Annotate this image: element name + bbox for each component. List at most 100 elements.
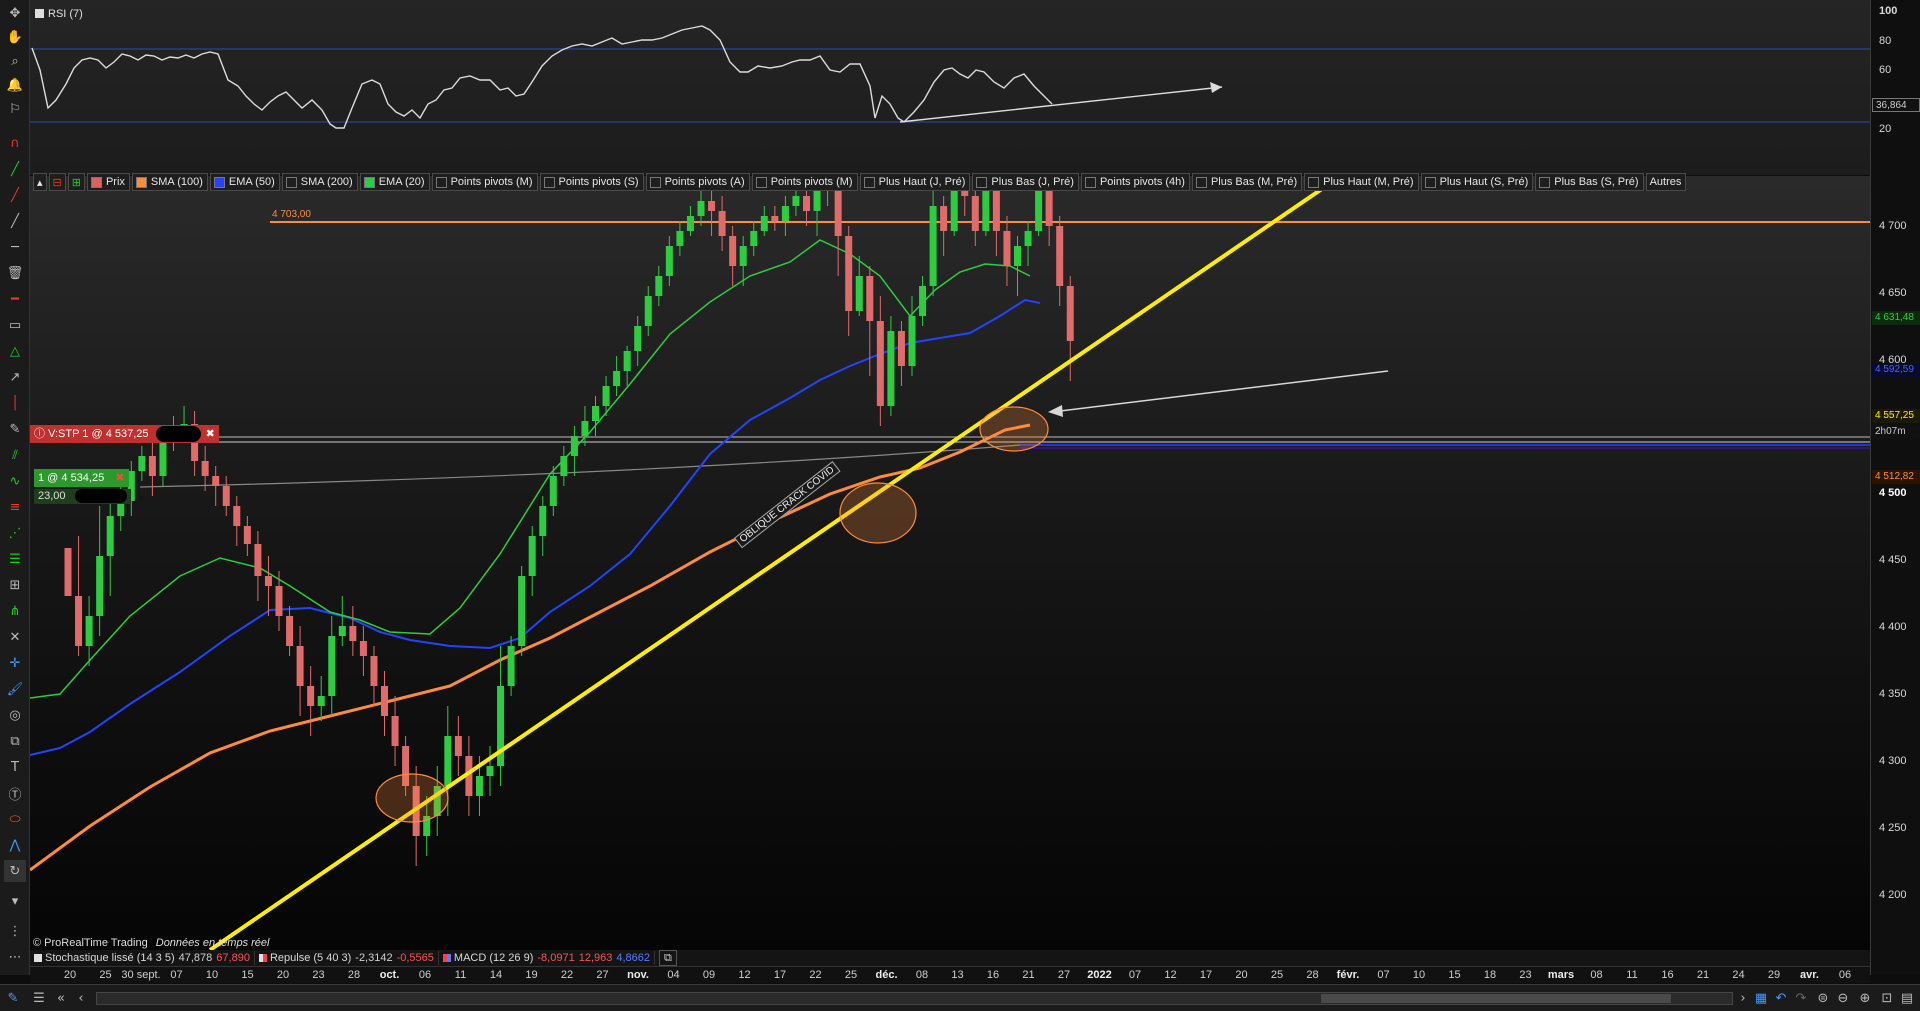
fibonacci-icon[interactable]: ≡: [4, 496, 26, 518]
draw-mode-icon[interactable]: ✎: [4, 989, 22, 1007]
indicator-chip[interactable]: Points pivots (A): [645, 173, 750, 191]
scroll-left-icon[interactable]: ‹: [72, 989, 90, 1007]
remove-indicator-icon[interactable]: ⊟: [48, 173, 66, 191]
arrow-icon[interactable]: ↗: [4, 366, 26, 388]
calendar-icon[interactable]: ▦: [1752, 989, 1770, 1007]
indicator-chip[interactable]: Plus Bas (M, Pré): [1191, 173, 1303, 191]
indicator-chip[interactable]: Plus Bas (J, Pré): [972, 173, 1079, 191]
line-green-icon[interactable]: ╱: [4, 158, 26, 180]
menu-icon[interactable]: ☰: [30, 989, 48, 1007]
fibonacci-fan-icon[interactable]: ⋰: [4, 522, 26, 544]
scroll-right-icon[interactable]: ›: [1734, 989, 1752, 1007]
layout-icon[interactable]: ▤: [1898, 989, 1916, 1007]
expand-toolbar-icon[interactable]: ▾: [4, 890, 26, 912]
date-tick-label: déc.: [875, 969, 898, 981]
add-indicator-icon[interactable]: ⊞: [67, 173, 85, 191]
candle-body: [518, 576, 526, 646]
indicator-chip[interactable]: SMA (200): [281, 173, 358, 191]
rsi-value-tag: 36,864: [1872, 98, 1920, 112]
macd-indicator[interactable]: MACD (12 26 9) -8,0971 12,963 4,8662: [439, 951, 656, 965]
cross-icon[interactable]: ✕: [4, 626, 26, 648]
move-icon[interactable]: ✛: [4, 652, 26, 674]
candle-body: [475, 776, 483, 796]
vertical-line-icon[interactable]: │: [4, 392, 26, 414]
pencil-icon[interactable]: ✎: [4, 418, 26, 440]
horizontal-line-icon[interactable]: ─: [4, 236, 26, 258]
ellipse-icon[interactable]: ⬭: [4, 808, 26, 830]
detach-panel-icon[interactable]: ⧉: [659, 950, 677, 966]
date-tick-label: 07: [1128, 969, 1142, 981]
indicator-chip[interactable]: Points pivots (M): [751, 173, 858, 191]
candle-body: [971, 196, 979, 231]
zoom-icon[interactable]: ⌕: [4, 50, 26, 72]
indicator-chip[interactable]: SMA (100): [131, 173, 208, 191]
rsi-header[interactable]: RSI (7): [35, 7, 83, 20]
scrollbar-thumb[interactable]: [1321, 994, 1671, 1003]
indicator-chip[interactable]: Plus Haut (S, Pré): [1420, 173, 1534, 191]
position-box[interactable]: 1 @ 4 534,25 ✖: [34, 469, 129, 487]
price-axis[interactable]: 100 80 60 36,864 20 4 700 4 650 4 631,48…: [1870, 0, 1920, 975]
indicator-chip[interactable]: EMA (50): [209, 173, 280, 191]
text-icon[interactable]: T: [4, 756, 26, 778]
repulse-indicator[interactable]: Repulse (5 40 3) -2,3142 -0,5565: [255, 951, 439, 965]
close-position-icon[interactable]: ✖: [115, 472, 124, 484]
indicator-swatch: [90, 176, 102, 188]
candle-body: [1056, 226, 1064, 286]
line-red-icon[interactable]: ╱: [4, 184, 26, 206]
horizontal-red-icon[interactable]: ━: [4, 288, 26, 310]
magnet-icon[interactable]: ∩: [4, 132, 26, 154]
target-icon[interactable]: ◎: [4, 704, 26, 726]
candle-body: [454, 736, 462, 756]
alert-list-icon[interactable]: ⚐: [4, 98, 26, 120]
zoom-out-icon[interactable]: ⊖: [1834, 989, 1852, 1007]
fib-levels-icon[interactable]: ☰: [4, 548, 26, 570]
indicator-chip[interactable]: Plus Haut (J, Pré): [859, 173, 971, 191]
stop-order-box[interactable]: ⓘ V:STP 1 @ 4 537,25 ✖: [30, 425, 219, 443]
wave-icon[interactable]: ∿: [4, 470, 26, 492]
gann-icon[interactable]: ⊞: [4, 574, 26, 596]
date-axis[interactable]: 20 25 30 sept. 07 10 15 20 23 28 oct. 06 11 14 19 22 27…: [30, 966, 1870, 983]
indicator-label: Autres: [1649, 176, 1682, 188]
cycle-icon[interactable]: ↻: [4, 860, 26, 882]
brush-icon[interactable]: 🖌: [4, 678, 26, 700]
line-gray-icon[interactable]: ╱: [4, 210, 26, 232]
triangle-icon[interactable]: △: [4, 340, 26, 362]
indicator-chip[interactable]: Prix: [86, 173, 130, 191]
hand-icon[interactable]: ✋: [4, 26, 26, 48]
price-chart[interactable]: [30, 176, 1870, 950]
indicator-chip[interactable]: Points pivots (4h): [1080, 173, 1190, 191]
close-stop-order-icon[interactable]: ✖: [206, 428, 215, 440]
grid-icon[interactable]: ⋯: [4, 946, 26, 968]
rectangle-icon[interactable]: ▭: [4, 314, 26, 336]
elliott-icon[interactable]: ⋀: [4, 834, 26, 856]
indicator-chip[interactable]: Autres: [1645, 173, 1687, 191]
indicator-chip[interactable]: EMA (20): [359, 173, 430, 191]
undo-icon[interactable]: ↶: [1772, 989, 1790, 1007]
delete-icon[interactable]: 🗑: [4, 262, 26, 284]
price-label-4500: 4 500: [1879, 487, 1907, 499]
indicator-chip[interactable]: Plus Bas (S, Pré): [1535, 173, 1644, 191]
indicator-label: Points pivots (4h): [1099, 176, 1185, 188]
indicator-chip[interactable]: Points pivots (S): [539, 173, 644, 191]
rsi-panel[interactable]: [30, 0, 1870, 175]
text-circle-icon[interactable]: Ⓣ: [4, 782, 26, 804]
cursor-icon[interactable]: ✥: [4, 2, 26, 24]
zoom-fit-icon[interactable]: ⊜: [1814, 989, 1832, 1007]
scroll-far-left-icon[interactable]: «: [52, 989, 70, 1007]
candle-body: [549, 476, 557, 506]
more-icon[interactable]: ⋮: [4, 920, 26, 942]
indicator-chip[interactable]: Plus Haut (M, Pré): [1304, 173, 1419, 191]
zoom-in-icon[interactable]: ⊕: [1856, 989, 1874, 1007]
horizontal-scrollbar[interactable]: [96, 992, 1733, 1005]
pitchfork-icon[interactable]: ⋔: [4, 600, 26, 622]
rsi-trend-arrow: [899, 86, 1223, 123]
channel-icon[interactable]: ⫽: [4, 444, 26, 466]
zoom-reset-icon[interactable]: ⊡: [1878, 989, 1896, 1007]
indicator-chip[interactable]: Points pivots (M): [431, 173, 538, 191]
price-label-4250: 4 250: [1879, 822, 1907, 834]
settings-icon[interactable]: ▴: [33, 173, 47, 191]
copy-icon[interactable]: ⧉: [4, 730, 26, 752]
stochastic-indicator[interactable]: Stochastique lissé (14 3 5) 47,878 67,89…: [30, 951, 255, 965]
redo-icon[interactable]: ↷: [1792, 989, 1810, 1007]
alert-bell-icon[interactable]: 🔔: [4, 74, 26, 96]
